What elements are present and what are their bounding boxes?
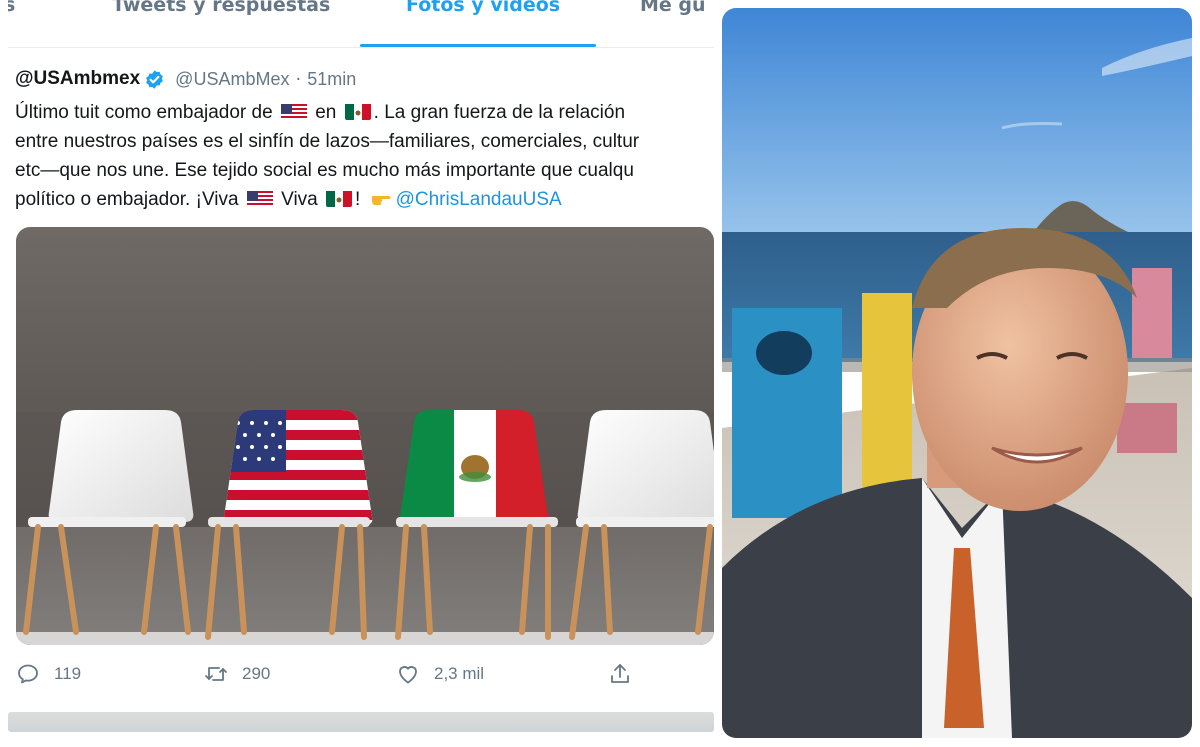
tweet-media-image[interactable] [16, 227, 714, 645]
tweet-actions: 119 290 2,3 mil [8, 656, 714, 692]
share-icon [611, 664, 629, 683]
like-icon [399, 666, 417, 684]
pointing-hand-icon [370, 187, 392, 205]
tweet-text-segment: etc—que nos une. Ese tejido social es mu… [15, 160, 634, 181]
reply-count: 119 [54, 664, 82, 683]
tweet-text-segment: Último tuit como embajador de [15, 102, 273, 123]
mexico-flag-icon [344, 102, 371, 120]
tweet-timestamp[interactable]: 51min [307, 69, 356, 90]
tweet-text-segment: ! [355, 189, 361, 210]
tweet-text-segment: en [315, 102, 337, 123]
tab-likes[interactable]: Me gu [640, 0, 706, 16]
next-tweet-preview [8, 712, 714, 732]
tweet-line: Último tuit como embajador de en . La gr… [15, 98, 714, 127]
reply-button[interactable]: 119 [16, 656, 81, 692]
tweet-text-segment: político o embajador. ¡Viva [15, 189, 239, 210]
tab-tweets-and-replies[interactable]: Tweets y respuestas [112, 0, 330, 16]
verified-badge-icon [146, 69, 163, 89]
tweet-panel: s Tweets y respuestas Fotos y videos Me … [8, 0, 714, 740]
author-display-name[interactable]: @USAmbmex [15, 68, 140, 90]
tweet-text-segment: Viva [281, 189, 318, 210]
like-count: 2,3 mil [434, 664, 485, 683]
tweet-text-segment: entre nuestros países es el sinfín de la… [15, 131, 640, 152]
tweet-line: político o embajador. ¡Viva Viva ! @Chri… [15, 185, 714, 214]
tweet-text: Último tuit como embajador de en . La gr… [15, 98, 714, 214]
tweet-text-segment: . La gran fuerza de la relación [373, 102, 626, 123]
separator: · [295, 68, 302, 90]
share-button[interactable] [608, 656, 632, 692]
seaside-selfie-illustration [722, 8, 1192, 738]
retweet-icon [205, 667, 227, 681]
mexico-flag-icon [326, 189, 353, 207]
tweet-line: entre nuestros países es el sinfín de la… [15, 127, 714, 156]
profile-tabs: s Tweets y respuestas Fotos y videos Me … [8, 0, 714, 48]
active-tab-indicator [360, 44, 596, 47]
like-button[interactable]: 2,3 mil [396, 656, 484, 692]
mention-link[interactable]: @ChrisLandauUSA [396, 189, 562, 210]
retweet-count: 290 [242, 664, 271, 683]
tweet-line: etc—que nos une. Ese tejido social es mu… [15, 156, 714, 185]
chairs-illustration [16, 227, 714, 645]
retweet-button[interactable]: 290 [204, 656, 270, 692]
selfie-photo [722, 8, 1192, 738]
tweet-header: @USAmbmex @USAmbMex · 51min [15, 66, 356, 92]
tab-photos-and-videos[interactable]: Fotos y videos [406, 0, 560, 16]
us-flag-icon [280, 102, 307, 120]
author-handle[interactable]: @USAmbMex [175, 69, 289, 90]
reply-icon [18, 664, 38, 684]
tab-tweets[interactable]: s [8, 0, 20, 16]
us-flag-icon [246, 189, 273, 207]
